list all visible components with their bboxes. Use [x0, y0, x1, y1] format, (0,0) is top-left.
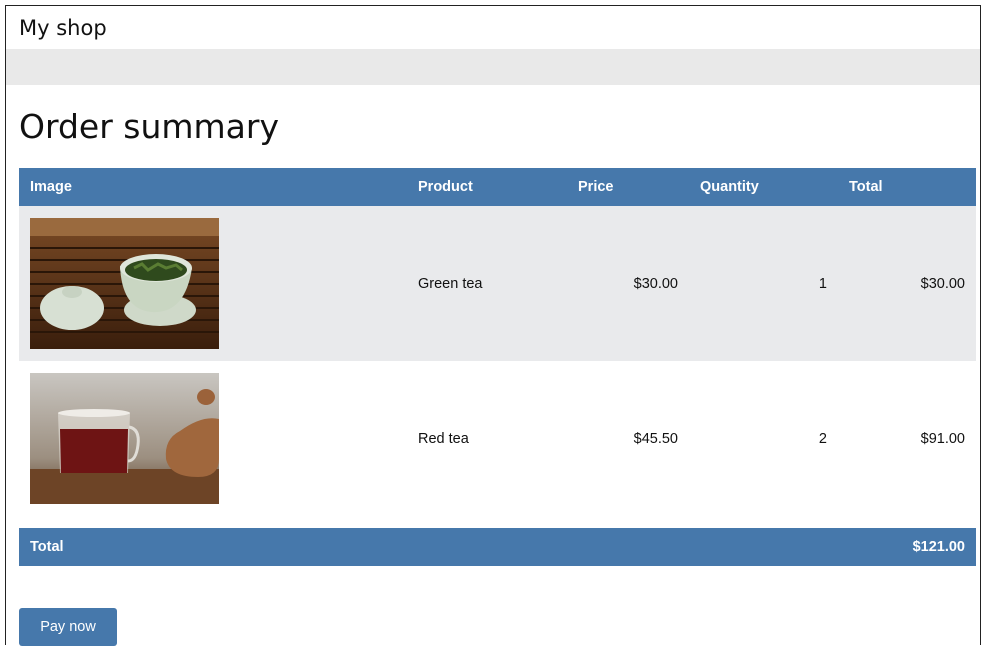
table-row: Red tea $45.50 2 $91.00 [19, 361, 976, 516]
quantity-cell: 1 [818, 275, 827, 292]
shop-name[interactable]: My shop [19, 16, 107, 40]
product-name: Green tea [418, 275, 483, 292]
column-header-image: Image [30, 179, 72, 195]
green-tea-photo [30, 218, 219, 349]
price-cell: $30.00 [633, 275, 678, 292]
quantity-cell: 2 [818, 430, 827, 447]
spacer-row [19, 516, 976, 528]
row-total-cell: $30.00 [920, 275, 965, 292]
column-header-product: Product [418, 179, 473, 195]
column-header-total: Total [849, 179, 883, 195]
grand-total: $121.00 [912, 539, 965, 555]
site-header: My shop [6, 6, 980, 49]
nav-bar [6, 49, 980, 85]
footer-total-label: Total [30, 539, 64, 555]
main-content: Order summary Image Product Price Quanti… [6, 107, 980, 646]
red-tea-photo [30, 373, 219, 504]
column-header-price: Price [578, 179, 614, 195]
product-name: Red tea [418, 430, 469, 447]
page-frame: My shop Order summary Image Product Pric… [5, 5, 981, 646]
table-row: Green tea $30.00 1 $30.00 [19, 206, 976, 361]
table-header-row: Image Product Price Quantity Total [19, 168, 976, 206]
page-title: Order summary [19, 107, 279, 146]
image-cell [19, 361, 407, 516]
order-table: Image Product Price Quantity Total Green… [19, 168, 976, 566]
image-cell [19, 206, 407, 361]
column-header-quantity: Quantity [700, 179, 759, 195]
pay-now-button[interactable]: Pay now [19, 608, 117, 646]
price-cell: $45.50 [633, 430, 678, 447]
row-total-cell: $91.00 [920, 430, 965, 447]
table-footer-row: Total $121.00 [19, 528, 976, 566]
